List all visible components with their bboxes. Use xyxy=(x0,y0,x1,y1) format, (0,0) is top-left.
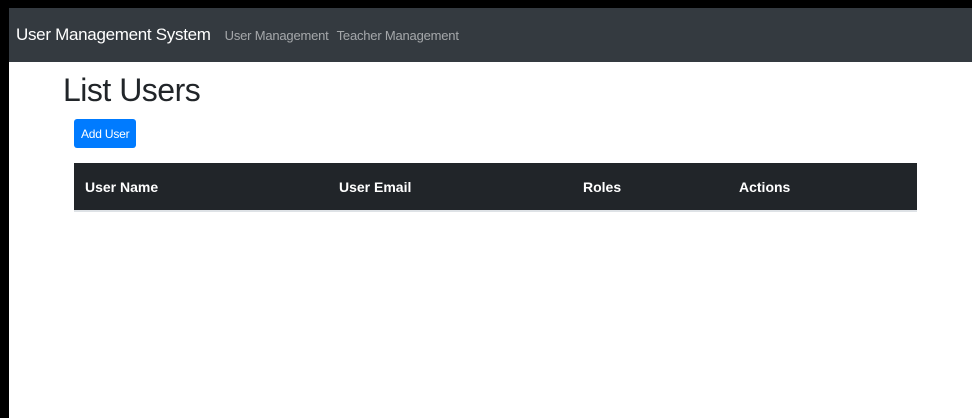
navbar-brand[interactable]: User Management System xyxy=(16,25,211,45)
nav-link-teacher-management[interactable]: Teacher Management xyxy=(337,28,459,43)
navbar: User Management System User Management T… xyxy=(9,8,972,62)
column-header-roles[interactable]: Roles xyxy=(572,163,728,212)
nav-link-user-management[interactable]: User Management xyxy=(225,28,329,43)
page-title: List Users xyxy=(63,72,201,108)
users-table: User Name User Email Roles Actions xyxy=(74,163,917,212)
table-header: User Name User Email Roles Actions xyxy=(74,163,917,212)
column-header-actions[interactable]: Actions xyxy=(728,163,917,212)
add-user-button[interactable]: Add User xyxy=(74,119,137,148)
column-header-user-email[interactable]: User Email xyxy=(328,163,572,212)
app-window: User Management System User Management T… xyxy=(9,8,972,418)
table-header-row: User Name User Email Roles Actions xyxy=(74,163,917,212)
column-header-user-name[interactable]: User Name xyxy=(74,163,328,212)
